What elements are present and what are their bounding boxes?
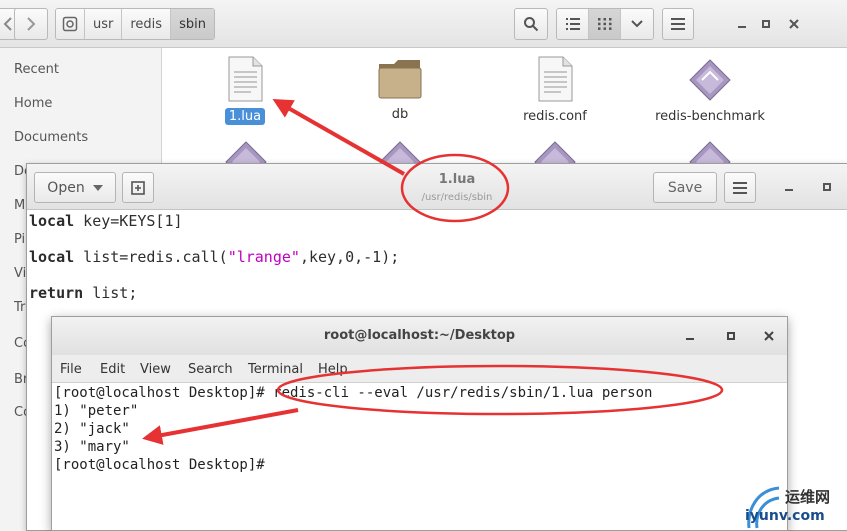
terminal-line: [root@localhost Desktop]# redis-cli --ev… [54, 385, 653, 401]
terminal-menubar: File Edit View Search Terminal Help [52, 355, 787, 383]
minimize-icon [738, 26, 746, 28]
folder-icon [378, 60, 422, 99]
code-line-2: local list=redis.call("lrange",key,0,-1)… [29, 248, 399, 266]
terminal-line: 1) "peter" [54, 403, 139, 419]
new-tab-icon [131, 180, 145, 195]
code-text: ,key,0,-1); [299, 248, 400, 266]
grid-icon [597, 18, 611, 30]
sidebar-item-documents[interactable]: Documents [14, 130, 88, 145]
hamburger-icon [671, 18, 685, 30]
file-item-db[interactable]: db [335, 56, 465, 123]
file-item-redis-conf[interactable]: redis.conf [490, 56, 620, 125]
code-line-1: local key=KEYS[1] [29, 212, 183, 230]
drive-icon [62, 16, 78, 32]
terminal-output[interactable]: [root@localhost Desktop]# redis-cli --ev… [52, 383, 787, 530]
terminal-window: root@localhost:~/Desktop File Edit View … [51, 316, 788, 531]
sidebar-item-trash[interactable]: Tr [14, 300, 25, 315]
menu-help[interactable]: Help [318, 362, 348, 377]
text-file-icon [538, 56, 573, 102]
code-text: key=KEYS[1] [74, 212, 183, 230]
terminal-close-button[interactable] [759, 326, 779, 346]
terminal-titlebar[interactable]: root@localhost:~/Desktop [52, 317, 787, 355]
view-toggle-group [556, 8, 654, 40]
menu-edit[interactable]: Edit [100, 362, 125, 377]
editor-headerbar: Open 1.lua /usr/redis/sbin Save [27, 164, 847, 210]
file-item-1-lua[interactable]: 1.lua [180, 56, 310, 125]
chevron-left-icon [3, 17, 12, 31]
document-title: 1.lua [438, 172, 476, 187]
menu-terminal[interactable]: Terminal [248, 362, 303, 377]
maximize-icon [727, 332, 735, 340]
file-label: 1.lua [224, 108, 266, 125]
terminal-line: [root@localhost Desktop]# [54, 457, 265, 473]
code-string: "lrange" [227, 248, 300, 266]
code-keyword: local [29, 248, 75, 266]
document-path: /usr/redis/sbin [421, 192, 493, 203]
menu-view[interactable]: View [140, 362, 171, 377]
editor-minimize-button[interactable] [779, 177, 799, 197]
fm-minimize-button[interactable] [732, 14, 752, 34]
open-label: Open [47, 179, 85, 196]
watermark-logo: 运维网 iyunv.com [743, 480, 847, 531]
dropdown-arrow-icon [92, 184, 103, 191]
list-icon [565, 18, 580, 30]
sidebar-item-music[interactable]: M [14, 198, 25, 213]
sidebar-item-pictures[interactable]: Pi [14, 232, 25, 247]
watermark-url: iyunv.com [745, 508, 825, 524]
terminal-line: 2) "jack" [54, 421, 130, 437]
chevron-right-icon [27, 17, 36, 31]
sidebar-item-home[interactable]: Home [14, 96, 52, 111]
terminal-maximize-button[interactable] [721, 326, 741, 346]
maximize-icon [762, 20, 770, 28]
open-button[interactable]: Open [34, 172, 116, 203]
file-item-redis-benchmark[interactable]: redis-benchmark [645, 58, 775, 125]
minimize-icon [686, 338, 694, 340]
menu-file[interactable]: File [60, 362, 82, 377]
minimize-icon [785, 189, 793, 191]
grid-view-button[interactable] [589, 9, 621, 39]
code-keyword: return [29, 284, 84, 302]
maximize-icon [823, 183, 831, 191]
chevron-down-icon [631, 20, 643, 28]
terminal-title: root@localhost:~/Desktop [323, 328, 516, 343]
code-keyword: local [29, 212, 75, 230]
path-bar: usr redis sbin [55, 8, 215, 40]
search-icon [524, 17, 539, 32]
editor-maximize-button[interactable] [817, 177, 837, 197]
path-root-button[interactable] [56, 9, 85, 39]
editor-menu-button[interactable] [724, 172, 756, 203]
sidebar-item-recent[interactable]: Recent [14, 62, 59, 77]
search-button[interactable] [514, 8, 548, 40]
view-options-button[interactable] [621, 9, 653, 39]
code-line-3: return list; [29, 284, 137, 302]
terminal-minimize-button[interactable] [680, 326, 700, 346]
forward-button[interactable] [14, 8, 48, 40]
code-text: list=redis.call( [74, 248, 228, 266]
file-label: redis-benchmark [655, 109, 765, 124]
close-icon [789, 19, 799, 29]
terminal-line: 3) "mary" [54, 439, 130, 455]
watermark-chinese-text: 运维网 [785, 488, 831, 506]
file-manager-headerbar: usr redis sbin [0, 0, 847, 48]
hamburger-icon [733, 181, 747, 194]
file-label: db [391, 107, 409, 122]
list-view-button[interactable] [557, 9, 589, 39]
save-button[interactable]: Save [653, 172, 717, 203]
path-crumb-sbin[interactable]: sbin [171, 9, 214, 39]
text-file-icon [228, 56, 263, 102]
fm-maximize-button[interactable] [756, 14, 776, 34]
close-icon [764, 331, 774, 341]
code-text: list; [83, 284, 138, 302]
executable-icon [689, 59, 731, 101]
path-crumb-redis[interactable]: redis [122, 9, 172, 39]
file-label: redis.conf [523, 109, 587, 124]
menu-search[interactable]: Search [188, 362, 233, 377]
desktop: usr redis sbin Recent Home Documents De … [0, 0, 847, 531]
sidebar-item-videos[interactable]: Vi [14, 266, 26, 281]
file-manager-menu-button[interactable] [662, 8, 694, 40]
path-crumb-usr[interactable]: usr [85, 9, 123, 39]
new-document-button[interactable] [122, 172, 154, 203]
fm-close-button[interactable] [784, 14, 804, 34]
